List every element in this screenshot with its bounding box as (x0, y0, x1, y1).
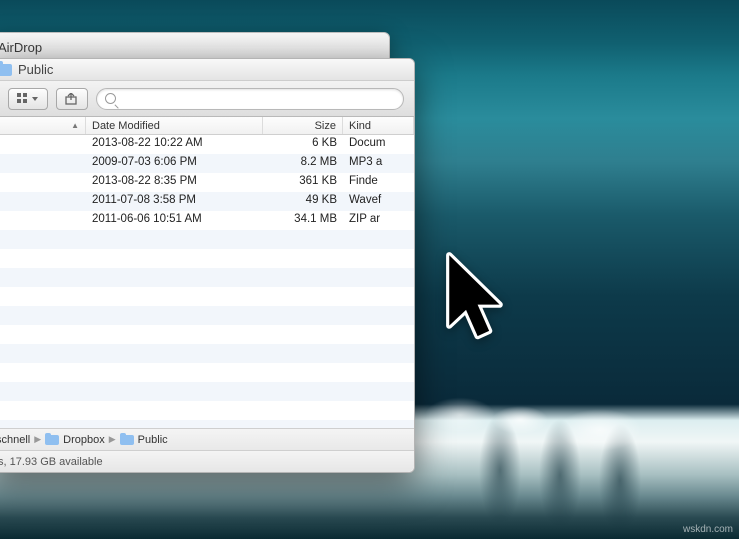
column-header-date[interactable]: Date Modified (86, 117, 263, 134)
path-label: Public (138, 434, 168, 446)
search-input[interactable] (121, 92, 395, 106)
path-segment[interactable]: Public (120, 434, 168, 446)
cell-kind: Finde (343, 173, 414, 192)
file-list[interactable]: 2013-08-22 10:22 AM 6 KB Docum 2009-07-0… (0, 135, 414, 428)
cell-size: 361 KB (263, 173, 343, 192)
search-icon (105, 93, 116, 104)
chevron-right-icon: ▶ (109, 434, 116, 445)
cell-kind: Docum (343, 135, 414, 154)
table-row[interactable]: 2011-07-08 3:58 PM 49 KB Wavef (0, 192, 414, 211)
cell-date: 2011-07-08 3:58 PM (86, 192, 263, 211)
table-row[interactable]: 2013-08-22 8:35 PM 361 KB Finde (0, 173, 414, 192)
sort-ascending-icon: ▲ (71, 121, 79, 130)
cursor-icon (438, 250, 513, 355)
airdrop-title: AirDrop (0, 40, 42, 55)
cell-size: 49 KB (263, 192, 343, 211)
folder-icon (45, 435, 59, 445)
folder-icon (120, 435, 134, 445)
table-row[interactable]: 2013-08-22 10:22 AM 6 KB Docum (0, 135, 414, 154)
arrange-icon (17, 93, 39, 105)
cell-size: 34.1 MB (263, 211, 343, 230)
arrange-button[interactable] (8, 88, 48, 110)
cell-kind: Wavef (343, 192, 414, 211)
cell-date: 2013-08-22 8:35 PM (86, 173, 263, 192)
toolbar (0, 81, 414, 117)
cell-kind: ZIP ar (343, 211, 414, 230)
watermark: wskdn.com (683, 524, 733, 535)
search-field[interactable] (96, 88, 404, 110)
path-label: Dropbox (63, 434, 105, 446)
folder-icon (0, 64, 12, 76)
cell-date: 2013-08-22 10:22 AM (86, 135, 263, 154)
share-icon (65, 93, 79, 105)
path-label: schnell (0, 434, 30, 446)
status-bar: s, 17.93 GB available (0, 450, 414, 472)
path-segment[interactable]: schnell (0, 434, 30, 446)
cell-size: 8.2 MB (263, 154, 343, 173)
cell-size: 6 KB (263, 135, 343, 154)
cell-date: 2011-06-06 10:51 AM (86, 211, 263, 230)
status-text: s, 17.93 GB available (0, 456, 103, 468)
titlebar[interactable]: Public (0, 59, 414, 81)
finder-window: Public ▲ Date Modified Size (0, 58, 415, 473)
table-row[interactable]: 2011-06-06 10:51 AM 34.1 MB ZIP ar (0, 211, 414, 230)
table-row[interactable]: 2009-07-03 6:06 PM 8.2 MB MP3 a (0, 154, 414, 173)
column-header-row: ▲ Date Modified Size Kind (0, 117, 414, 135)
column-header-size[interactable]: Size (263, 117, 343, 134)
share-button[interactable] (56, 88, 88, 110)
path-bar: schnell ▶ Dropbox ▶ Public (0, 428, 414, 450)
cell-kind: MP3 a (343, 154, 414, 173)
column-header-name[interactable]: ▲ (0, 117, 86, 134)
column-header-kind[interactable]: Kind (343, 117, 414, 134)
path-segment[interactable]: Dropbox (45, 434, 105, 446)
chevron-right-icon: ▶ (34, 434, 41, 445)
cell-date: 2009-07-03 6:06 PM (86, 154, 263, 173)
window-title: Public (18, 62, 53, 77)
